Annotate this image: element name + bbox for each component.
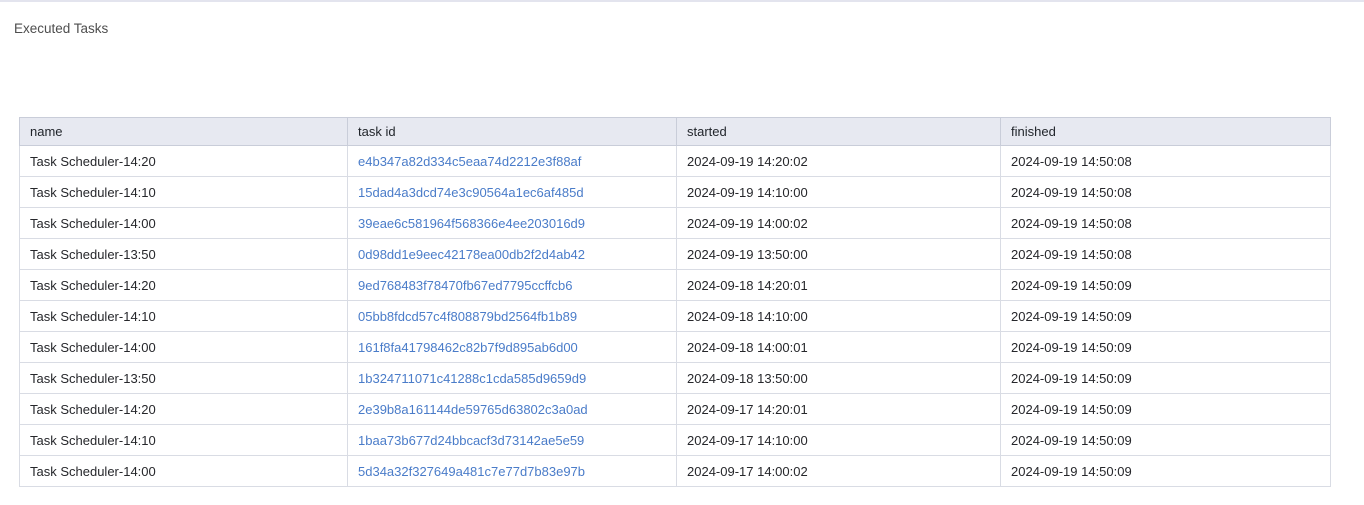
name-cell: Task Scheduler-14:10 [20, 301, 348, 332]
panel-title: Executed Tasks [14, 21, 108, 36]
table-body: Task Scheduler-14:20 e4b347a82d334c5eaa7… [20, 146, 1331, 487]
task-id-cell: 9ed768483f78470fb67ed7795ccffcb6 [348, 270, 677, 301]
table-row: Task Scheduler-14:10 1baa73b677d24bbcacf… [20, 425, 1331, 456]
name-cell: Task Scheduler-14:00 [20, 456, 348, 487]
started-cell: 2024-09-18 14:10:00 [677, 301, 1001, 332]
name-cell: Task Scheduler-14:10 [20, 177, 348, 208]
task-id-cell: 15dad4a3dcd74e3c90564a1ec6af485d [348, 177, 677, 208]
column-header-started[interactable]: started [677, 118, 1001, 146]
finished-cell: 2024-09-19 14:50:08 [1001, 208, 1331, 239]
started-cell: 2024-09-19 14:10:00 [677, 177, 1001, 208]
task-id-link[interactable]: 05bb8fdcd57c4f808879bd2564fb1b89 [358, 309, 577, 324]
table-header: name task id started finished [20, 118, 1331, 146]
task-id-link[interactable]: 2e39b8a161144de59765d63802c3a0ad [358, 402, 588, 417]
table-row: Task Scheduler-14:20 2e39b8a161144de5976… [20, 394, 1331, 425]
table-row: Task Scheduler-13:50 1b324711071c41288c1… [20, 363, 1331, 394]
name-cell: Task Scheduler-14:10 [20, 425, 348, 456]
table-row: Task Scheduler-14:10 05bb8fdcd57c4f80887… [20, 301, 1331, 332]
name-cell: Task Scheduler-14:20 [20, 146, 348, 177]
table-row: Task Scheduler-14:20 e4b347a82d334c5eaa7… [20, 146, 1331, 177]
started-cell: 2024-09-18 14:00:01 [677, 332, 1001, 363]
task-id-link[interactable]: 9ed768483f78470fb67ed7795ccffcb6 [358, 278, 572, 293]
executed-tasks-panel: Executed Tasks name task id started fini… [0, 0, 1364, 505]
finished-cell: 2024-09-19 14:50:09 [1001, 363, 1331, 394]
table-row: Task Scheduler-14:10 15dad4a3dcd74e3c905… [20, 177, 1331, 208]
started-cell: 2024-09-19 14:20:02 [677, 146, 1001, 177]
started-cell: 2024-09-17 14:20:01 [677, 394, 1001, 425]
finished-cell: 2024-09-19 14:50:08 [1001, 177, 1331, 208]
column-header-finished[interactable]: finished [1001, 118, 1331, 146]
started-cell: 2024-09-19 13:50:00 [677, 239, 1001, 270]
task-id-link[interactable]: 1b324711071c41288c1cda585d9659d9 [358, 371, 586, 386]
finished-cell: 2024-09-19 14:50:09 [1001, 270, 1331, 301]
name-cell: Task Scheduler-14:00 [20, 208, 348, 239]
finished-cell: 2024-09-19 14:50:09 [1001, 332, 1331, 363]
name-cell: Task Scheduler-14:00 [20, 332, 348, 363]
task-id-cell: 1baa73b677d24bbcacf3d73142ae5e59 [348, 425, 677, 456]
table-row: Task Scheduler-14:00 5d34a32f327649a481c… [20, 456, 1331, 487]
started-cell: 2024-09-18 14:20:01 [677, 270, 1001, 301]
name-cell: Task Scheduler-13:50 [20, 239, 348, 270]
task-id-cell: 1b324711071c41288c1cda585d9659d9 [348, 363, 677, 394]
table-row: Task Scheduler-13:50 0d98dd1e9eec42178ea… [20, 239, 1331, 270]
started-cell: 2024-09-17 14:00:02 [677, 456, 1001, 487]
started-cell: 2024-09-19 14:00:02 [677, 208, 1001, 239]
started-cell: 2024-09-17 14:10:00 [677, 425, 1001, 456]
table-row: Task Scheduler-14:00 161f8fa41798462c82b… [20, 332, 1331, 363]
column-header-task-id[interactable]: task id [348, 118, 677, 146]
task-id-link[interactable]: 1baa73b677d24bbcacf3d73142ae5e59 [358, 433, 584, 448]
task-id-link[interactable]: 39eae6c581964f568366e4ee203016d9 [358, 216, 585, 231]
task-id-cell: 2e39b8a161144de59765d63802c3a0ad [348, 394, 677, 425]
task-id-link[interactable]: 15dad4a3dcd74e3c90564a1ec6af485d [358, 185, 584, 200]
task-id-link[interactable]: 5d34a32f327649a481c7e77d7b83e97b [358, 464, 585, 479]
name-cell: Task Scheduler-14:20 [20, 394, 348, 425]
column-header-name[interactable]: name [20, 118, 348, 146]
executed-tasks-table: name task id started finished Task Sched… [19, 117, 1331, 487]
task-id-link[interactable]: 0d98dd1e9eec42178ea00db2f2d4ab42 [358, 247, 585, 262]
task-id-cell: 5d34a32f327649a481c7e77d7b83e97b [348, 456, 677, 487]
task-id-cell: 05bb8fdcd57c4f808879bd2564fb1b89 [348, 301, 677, 332]
table-row: Task Scheduler-14:20 9ed768483f78470fb67… [20, 270, 1331, 301]
table-row: Task Scheduler-14:00 39eae6c581964f56836… [20, 208, 1331, 239]
task-id-cell: 0d98dd1e9eec42178ea00db2f2d4ab42 [348, 239, 677, 270]
task-id-link[interactable]: 161f8fa41798462c82b7f9d895ab6d00 [358, 340, 578, 355]
name-cell: Task Scheduler-14:20 [20, 270, 348, 301]
panel-top-divider [0, 0, 1364, 2]
task-id-link[interactable]: e4b347a82d334c5eaa74d2212e3f88af [358, 154, 581, 169]
table-header-row: name task id started finished [20, 118, 1331, 146]
finished-cell: 2024-09-19 14:50:09 [1001, 394, 1331, 425]
task-id-cell: e4b347a82d334c5eaa74d2212e3f88af [348, 146, 677, 177]
finished-cell: 2024-09-19 14:50:08 [1001, 239, 1331, 270]
task-id-cell: 161f8fa41798462c82b7f9d895ab6d00 [348, 332, 677, 363]
finished-cell: 2024-09-19 14:50:09 [1001, 456, 1331, 487]
task-id-cell: 39eae6c581964f568366e4ee203016d9 [348, 208, 677, 239]
finished-cell: 2024-09-19 14:50:08 [1001, 146, 1331, 177]
finished-cell: 2024-09-19 14:50:09 [1001, 301, 1331, 332]
name-cell: Task Scheduler-13:50 [20, 363, 348, 394]
started-cell: 2024-09-18 13:50:00 [677, 363, 1001, 394]
finished-cell: 2024-09-19 14:50:09 [1001, 425, 1331, 456]
